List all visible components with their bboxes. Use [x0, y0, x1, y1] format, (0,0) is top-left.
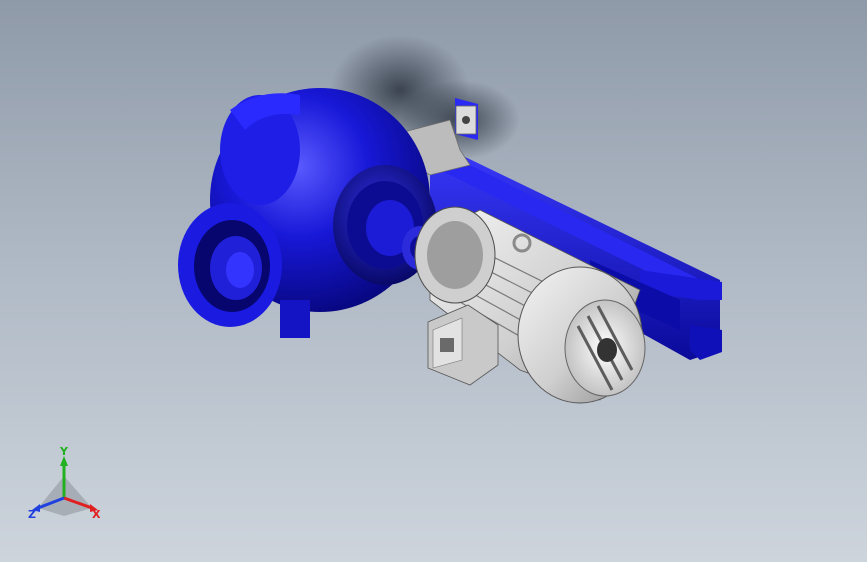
coordinate-triad: Y X Z [28, 446, 101, 521]
graphics-viewport[interactable]: Y X Z [0, 0, 867, 562]
x-axis-label: X [92, 508, 101, 521]
inlet-flange [178, 203, 282, 327]
z-axis-label: Z [28, 508, 36, 521]
pump-motor-assembly-model[interactable] [0, 0, 867, 562]
y-axis-label: Y [59, 446, 69, 458]
